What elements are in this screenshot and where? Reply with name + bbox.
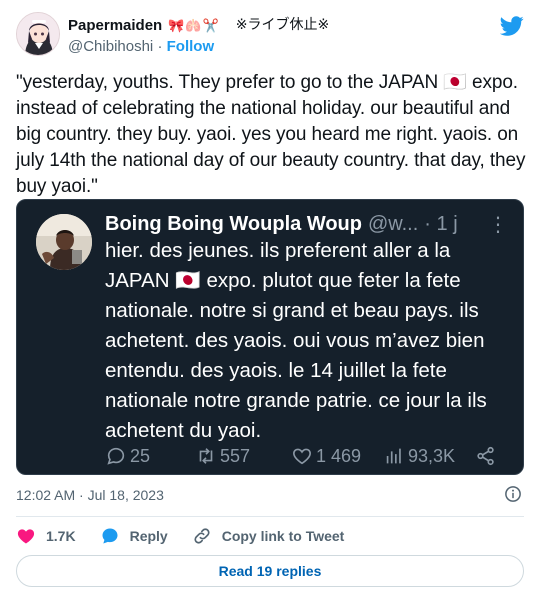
quoted-views: 93,3K: [383, 445, 473, 467]
handle-separator: ·: [157, 38, 163, 55]
avatar[interactable]: [16, 12, 60, 56]
author-handle[interactable]: @Chibihoshi: [68, 38, 153, 55]
quoted-header: Boing Boing Woupla Woup @w... · 1 j ⋮: [105, 210, 508, 238]
retweet-icon: [199, 448, 213, 464]
quoted-avatar: [36, 214, 92, 270]
quoted-time: · 1 j: [424, 212, 458, 235]
info-icon[interactable]: [504, 485, 522, 503]
quoted-retweet: 557: [195, 445, 291, 467]
tweet-timestamp[interactable]: 12:02 AM · Jul 18, 2023: [16, 487, 164, 503]
tweet-actions: 1.7K Reply Copy link to Tweet: [16, 526, 344, 546]
quoted-actions: 25 557 1 469 93,3K: [105, 445, 511, 467]
quoted-view-count: 93,3K: [408, 445, 456, 466]
quoted-reply: 25: [105, 445, 195, 467]
follow-button[interactable]: Follow: [167, 38, 215, 55]
views-icon: [386, 448, 401, 464]
read-replies-button[interactable]: Read 19 replies: [16, 555, 524, 587]
twitter-bird-icon[interactable]: [500, 14, 524, 38]
tweet-text: "yesterday, youths. They prefer to go to…: [16, 72, 526, 197]
author-handle-row: @Chibihoshi · Follow: [68, 37, 329, 56]
reply-bubble-icon: [102, 528, 118, 544]
reply-button[interactable]: Reply: [100, 526, 168, 546]
reply-icon: [107, 447, 125, 465]
like-button[interactable]: 1.7K: [16, 526, 76, 546]
author-name-suffix: ※ライブ休止※: [235, 17, 330, 33]
quoted-author-name: Boing Boing Woupla Woup: [105, 212, 362, 235]
like-count: 1.7K: [46, 528, 76, 544]
divider: [16, 516, 524, 517]
reply-label: Reply: [129, 528, 168, 544]
quoted-like: 1 469: [291, 445, 383, 467]
author-name-row: Papermaiden 🎀🫁✂️ ※ライブ休止※: [68, 16, 329, 35]
heart-icon: [17, 529, 35, 544]
author-names: Papermaiden 🎀🫁✂️ ※ライブ休止※ @Chibihoshi · F…: [68, 16, 329, 56]
author-name[interactable]: Papermaiden: [68, 16, 162, 35]
more-icon: ⋮: [488, 213, 508, 236]
author-name-emoji: 🎀🫁✂️: [168, 18, 220, 33]
tweet-header: Papermaiden 🎀🫁✂️ ※ライブ休止※ @Chibihoshi · F…: [16, 12, 524, 60]
share-icon: [477, 446, 494, 466]
copy-link-button[interactable]: Copy link to Tweet: [192, 526, 345, 546]
quoted-tweet-image[interactable]: Boing Boing Woupla Woup @w... · 1 j ⋮ hi…: [16, 199, 524, 475]
heart-outline-icon: [293, 448, 311, 465]
copy-link-label: Copy link to Tweet: [221, 528, 345, 544]
quoted-reply-count: 25: [130, 445, 151, 466]
link-icon: [194, 528, 210, 544]
embedded-tweet-card: Papermaiden 🎀🫁✂️ ※ライブ休止※ @Chibihoshi · F…: [0, 0, 540, 602]
quoted-text: hier. des jeunes. ils preferent aller a …: [105, 239, 487, 442]
quoted-like-count: 1 469: [316, 445, 362, 466]
quoted-retweet-count: 557: [220, 445, 251, 466]
quoted-author-handle: @w...: [367, 212, 419, 235]
